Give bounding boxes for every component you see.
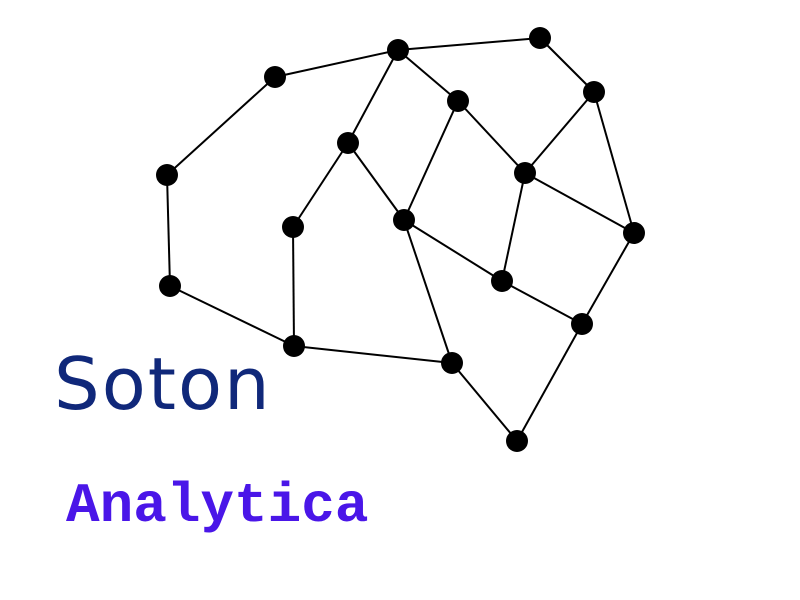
network-edge xyxy=(397,37,541,51)
network-node xyxy=(491,270,513,292)
network-node xyxy=(441,352,463,374)
network-edge xyxy=(539,37,595,93)
network-edge xyxy=(516,323,583,442)
network-node xyxy=(156,164,178,186)
logo-wordmark-soton: Soton xyxy=(54,342,272,426)
network-edge xyxy=(397,49,459,102)
network-edge xyxy=(292,226,295,347)
network-edge xyxy=(403,219,453,364)
network-node xyxy=(623,222,645,244)
network-edge xyxy=(347,142,405,221)
network-edge xyxy=(166,174,171,287)
network-edge xyxy=(451,362,518,442)
network-edge xyxy=(166,76,276,176)
network-node xyxy=(583,81,605,103)
network-edge xyxy=(274,49,399,78)
network-edge xyxy=(403,219,503,282)
network-edge xyxy=(524,172,635,234)
network-node xyxy=(387,39,409,61)
network-edge xyxy=(581,232,635,325)
network-node xyxy=(571,313,593,335)
network-edge xyxy=(292,142,349,228)
network-edge xyxy=(593,91,635,234)
network-edge xyxy=(293,345,453,364)
network-edge xyxy=(347,49,399,144)
network-node xyxy=(264,66,286,88)
network-edge xyxy=(403,100,459,221)
network-node xyxy=(514,162,536,184)
network-node xyxy=(159,275,181,297)
network-node xyxy=(282,216,304,238)
network-edge xyxy=(501,280,583,325)
logo-wordmark-analytica: Analytica xyxy=(66,474,369,538)
network-node xyxy=(506,430,528,452)
network-edge xyxy=(524,91,595,174)
network-node xyxy=(283,335,305,357)
network-edge xyxy=(457,100,526,174)
network-edge xyxy=(501,172,526,282)
network-node xyxy=(529,27,551,49)
network-node xyxy=(337,132,359,154)
network-node xyxy=(393,209,415,231)
network-edge xyxy=(169,285,295,347)
network-node xyxy=(447,90,469,112)
